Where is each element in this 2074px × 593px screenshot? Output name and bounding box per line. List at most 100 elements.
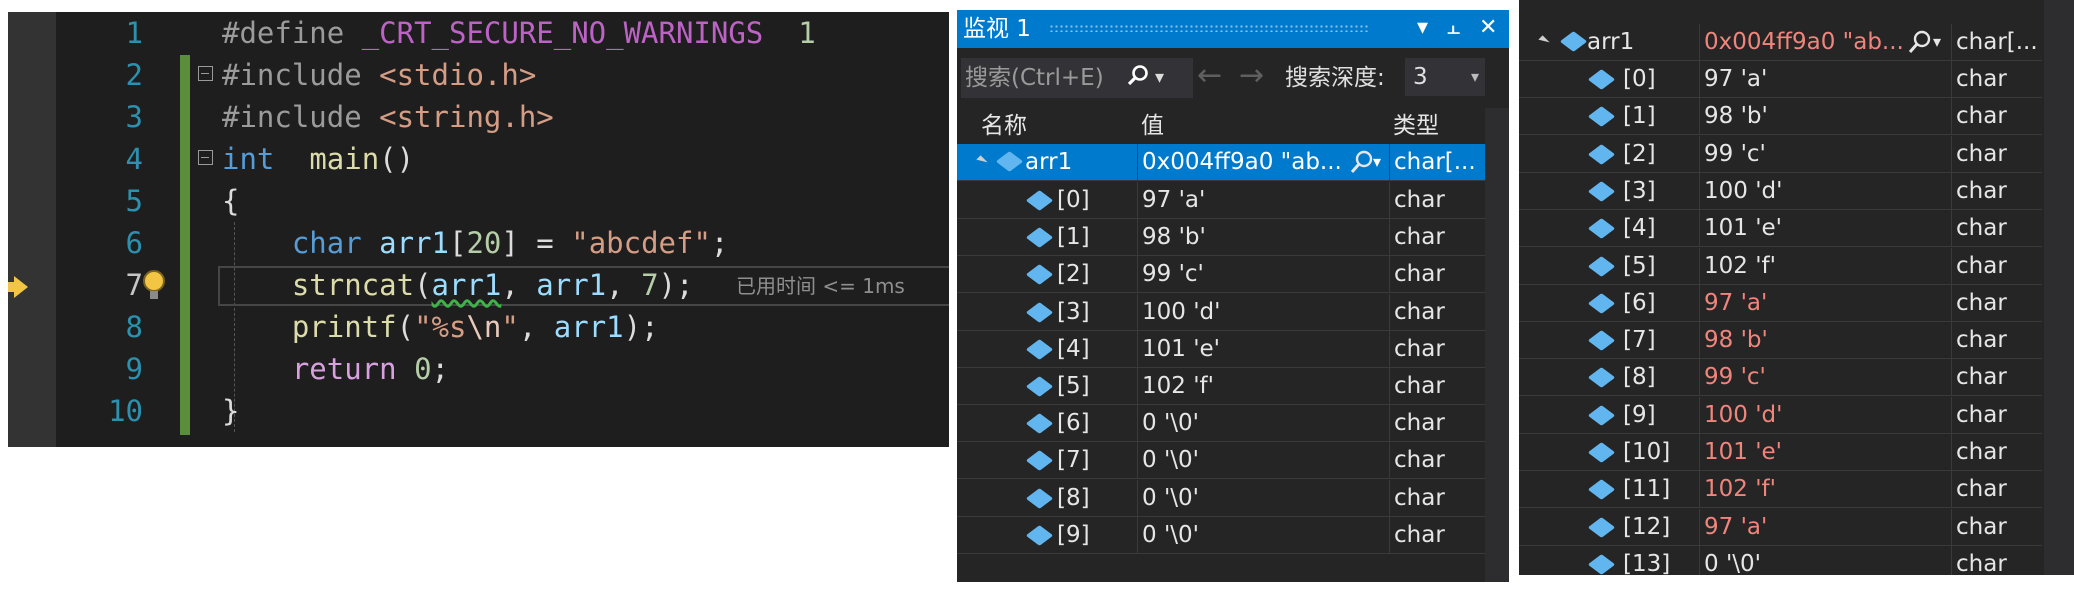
- watch2-row[interactable]: [13] 0 '\0' char: [1519, 545, 2042, 575]
- watch-row[interactable]: [9] 0 '\0' char: [957, 516, 1485, 554]
- close-icon[interactable]: ✕: [1479, 12, 1497, 44]
- watch2-row[interactable]: [1] 98 'b' char: [1519, 98, 2042, 136]
- watch-item-type: char: [1389, 516, 1485, 553]
- drag-grip[interactable]: [1049, 24, 1369, 32]
- watch-item-value: 97 'a': [1137, 182, 1387, 218]
- code-text[interactable]: int main(): [222, 138, 414, 180]
- column-header-name[interactable]: 名称: [981, 110, 1027, 142]
- watch2-row[interactable]: [9] 100 'd' char: [1519, 396, 2042, 434]
- watch-item-value: 0 '\0': [1137, 516, 1387, 553]
- watch2-row[interactable]: [7] 98 'b' char: [1519, 322, 2042, 360]
- chevron-down-icon[interactable]: ▾: [1471, 58, 1479, 96]
- line-number[interactable]: 5: [68, 180, 143, 222]
- code-line[interactable]: 9 return 0;: [8, 348, 949, 390]
- text-visualizer-icon[interactable]: [1907, 29, 1933, 55]
- watch-row[interactable]: [4] 101 'e' char: [957, 330, 1485, 368]
- code-text[interactable]: #include <stdio.h>: [222, 54, 536, 96]
- watch2-row[interactable]: [8] 99 'c' char: [1519, 359, 2042, 397]
- watch2-row[interactable]: [11] 102 'f' char: [1519, 471, 2042, 509]
- window-menu-dropdown-icon[interactable]: ▾: [1417, 12, 1428, 44]
- watch2-row[interactable]: [5] 102 'f' char: [1519, 247, 2042, 285]
- watch-item-type: char: [1951, 135, 2042, 172]
- watch-item-name: [0]: [1623, 66, 1656, 92]
- watch-row[interactable]: [8] 0 '\0' char: [957, 479, 1485, 517]
- code-line[interactable]: 5{: [8, 180, 949, 222]
- collapse-icon[interactable]: [198, 150, 213, 165]
- watch2-row[interactable]: [6] 97 'a' char: [1519, 284, 2042, 322]
- search-icon[interactable]: [1127, 64, 1149, 86]
- watch2-row[interactable]: [10] 101 'e' char: [1519, 434, 2042, 471]
- watch-item-value: 100 'd': [1699, 396, 1949, 433]
- line-number[interactable]: 9: [68, 348, 143, 390]
- watch2-row[interactable]: [12] 97 'a' char: [1519, 508, 2042, 546]
- code-text[interactable]: strncat(arr1, arr1, 7);: [222, 264, 694, 306]
- code-token: 0: [414, 352, 432, 386]
- watch-row[interactable]: [7] 0 '\0' char: [957, 442, 1485, 480]
- visualizer-dropdown-icon[interactable]: ▾: [1373, 144, 1381, 180]
- line-number[interactable]: 7: [68, 264, 143, 306]
- watch2-row[interactable]: [3] 100 'd' char: [1519, 172, 2042, 210]
- search-back-arrow-icon[interactable]: ←: [1197, 58, 1222, 94]
- code-text[interactable]: printf("%s\n", arr1);: [222, 306, 659, 348]
- column-header-value[interactable]: 值: [1141, 110, 1164, 142]
- collapse-icon[interactable]: [198, 66, 213, 81]
- watch-row[interactable]: [2] 99 'c' char: [957, 256, 1485, 294]
- watch-row[interactable]: [0] 97 'a' char: [957, 182, 1485, 219]
- code-line[interactable]: 10}: [8, 390, 949, 432]
- watch-item-type: char: [1951, 172, 2042, 209]
- code-token: 7: [641, 268, 659, 302]
- code-line[interactable]: 6 char arr1[20] = "abcdef";: [8, 222, 949, 264]
- watch-row[interactable]: [3] 100 'd' char: [957, 293, 1485, 331]
- watch2-scrollbar[interactable]: [2044, 0, 2074, 575]
- watch-item-type: char: [1951, 471, 2042, 508]
- watch2-row[interactable]: [4] 101 'e' char: [1519, 210, 2042, 248]
- code-line[interactable]: 1 #define _CRT_SECURE_NO_WARNINGS 1: [8, 12, 949, 54]
- watch-row[interactable]: [1] 98 'b' char: [957, 219, 1485, 257]
- search-depth-select[interactable]: 3 ▾: [1405, 58, 1485, 96]
- watch-scrollbar[interactable]: [1485, 108, 1509, 582]
- visualizer-dropdown-icon[interactable]: ▾: [1933, 24, 1941, 60]
- watch2-row[interactable]: [2] 99 'c' char: [1519, 135, 2042, 173]
- search-options-dropdown-icon[interactable]: ▾: [1155, 60, 1164, 96]
- watch2-row-arr1[interactable]: arr1 0x004ff9a0 "ab... char[... ▾: [1519, 24, 2042, 61]
- code-text[interactable]: #define _CRT_SECURE_NO_WARNINGS 1: [222, 12, 816, 54]
- line-number[interactable]: 6: [68, 222, 143, 264]
- line-number[interactable]: 2: [68, 54, 143, 96]
- watch-row[interactable]: [6] 0 '\0' char: [957, 405, 1485, 443]
- watch-row-arr1[interactable]: arr1 0x004ff9a0 "ab... char[... ▾: [957, 144, 1485, 181]
- line-number[interactable]: 1: [68, 12, 143, 54]
- code-text[interactable]: char arr1[20] = "abcdef";: [222, 222, 729, 264]
- watch-row[interactable]: [5] 102 'f' char: [957, 368, 1485, 405]
- watch-item-value: 98 'b': [1699, 98, 1949, 135]
- watch-window[interactable]: 监视 1 ▾ ⫠ ✕ 搜索(Ctrl+E) ▾ ← → 搜索深度: 3 ▾ 名称…: [957, 10, 1509, 582]
- line-number[interactable]: 8: [68, 306, 143, 348]
- code-text[interactable]: {: [222, 180, 239, 222]
- watch2-row[interactable]: [0] 97 'a' char: [1519, 61, 2042, 98]
- watch-window-expanded[interactable]: arr1 0x004ff9a0 "ab... char[... ▾ [0] 97 'a' c…: [1519, 0, 2074, 575]
- code-text[interactable]: }: [222, 390, 239, 432]
- code-line[interactable]: 3 #include <string.h>: [8, 96, 949, 138]
- watch-item-value: 0 '\0': [1137, 479, 1387, 516]
- code-line[interactable]: 8 printf("%s\n", arr1);: [8, 306, 949, 348]
- code-line[interactable]: 4 int main(): [8, 138, 949, 180]
- code-line[interactable]: 2 #include <stdio.h>: [8, 54, 949, 96]
- watch-titlebar[interactable]: 监视 1 ▾ ⫠ ✕: [957, 10, 1509, 48]
- line-number[interactable]: 10: [68, 390, 143, 432]
- watch-item-value: 101 'e': [1699, 210, 1949, 247]
- line-number[interactable]: 3: [68, 96, 143, 138]
- text-visualizer-icon[interactable]: [1349, 149, 1375, 175]
- code-editor[interactable]: 1 #define _CRT_SECURE_NO_WARNINGS 1 2 #incl…: [8, 12, 949, 447]
- watch-item-type: char[...: [1951, 24, 2042, 60]
- line-number[interactable]: 4: [68, 138, 143, 180]
- watch-item-value: 99 'c': [1699, 359, 1949, 396]
- code-text[interactable]: return 0;: [222, 348, 449, 390]
- code-text[interactable]: #include <string.h>: [222, 96, 554, 138]
- pin-icon[interactable]: ⫠: [1447, 12, 1460, 44]
- column-header-type[interactable]: 类型: [1393, 110, 1439, 142]
- search-forward-arrow-icon[interactable]: →: [1239, 58, 1264, 94]
- watch-item-type: char[...: [1389, 144, 1485, 180]
- watch-item-name: arr1: [1587, 29, 1635, 55]
- code-token: \n: [466, 310, 502, 344]
